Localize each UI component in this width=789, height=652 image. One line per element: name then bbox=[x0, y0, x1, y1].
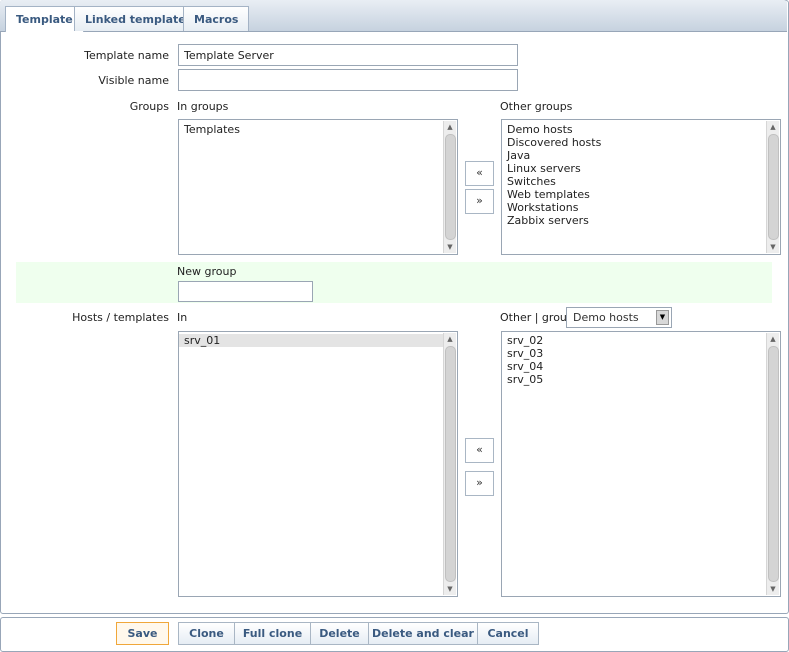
in-hosts-scrollbar[interactable]: ▲ ▼ bbox=[443, 333, 456, 595]
scroll-thumb[interactable] bbox=[445, 134, 456, 240]
scroll-up-icon[interactable]: ▲ bbox=[444, 333, 456, 345]
in-groups-listbox[interactable]: Templates ▲ ▼ bbox=[178, 119, 458, 255]
list-item[interactable]: Discovered hosts bbox=[502, 136, 766, 149]
new-group-caption: New group bbox=[177, 265, 237, 278]
tab-bar: Template Linked templates Macros bbox=[0, 0, 787, 32]
full-clone-button[interactable]: Full clone bbox=[234, 622, 311, 645]
visible-name-input[interactable] bbox=[178, 69, 518, 91]
list-item[interactable]: Java bbox=[502, 149, 766, 162]
template-name-label: Template name bbox=[84, 49, 169, 62]
scroll-up-icon[interactable]: ▲ bbox=[444, 121, 456, 133]
scroll-down-icon[interactable]: ▼ bbox=[767, 241, 779, 253]
other-hosts-listbox[interactable]: srv_02 srv_03 srv_04 srv_05 ▲ ▼ bbox=[501, 331, 781, 597]
scroll-up-icon[interactable]: ▲ bbox=[767, 333, 779, 345]
tab-template[interactable]: Template bbox=[5, 6, 84, 32]
template-name-input[interactable] bbox=[178, 44, 518, 66]
move-group-right-button[interactable]: » bbox=[465, 189, 494, 214]
list-item[interactable]: Demo hosts bbox=[502, 123, 766, 136]
other-group-select[interactable]: Demo hosts ▼ bbox=[566, 307, 672, 328]
scroll-up-icon[interactable]: ▲ bbox=[767, 121, 779, 133]
scroll-thumb[interactable] bbox=[445, 346, 456, 582]
list-item[interactable]: Web templates bbox=[502, 188, 766, 201]
hosts-templates-label: Hosts / templates bbox=[72, 311, 169, 324]
save-button[interactable]: Save bbox=[116, 622, 169, 645]
new-group-row bbox=[16, 262, 772, 303]
list-item[interactable]: Zabbix servers bbox=[502, 214, 766, 227]
scroll-down-icon[interactable]: ▼ bbox=[767, 583, 779, 595]
scroll-thumb[interactable] bbox=[768, 346, 779, 582]
move-host-left-button[interactable]: « bbox=[465, 438, 494, 463]
clone-button[interactable]: Clone bbox=[178, 622, 235, 645]
list-item[interactable]: srv_04 bbox=[502, 360, 766, 373]
list-item[interactable]: Workstations bbox=[502, 201, 766, 214]
in-hosts-caption: In bbox=[177, 311, 188, 324]
other-group-select-value: Demo hosts bbox=[573, 311, 639, 324]
new-group-input[interactable] bbox=[178, 281, 313, 302]
delete-and-clear-button[interactable]: Delete and clear bbox=[368, 622, 478, 645]
list-item[interactable]: Switches bbox=[502, 175, 766, 188]
in-groups-caption: In groups bbox=[177, 100, 229, 113]
scroll-down-icon[interactable]: ▼ bbox=[444, 583, 456, 595]
tab-macros[interactable]: Macros bbox=[183, 6, 250, 31]
move-host-right-button[interactable]: » bbox=[465, 471, 494, 496]
other-groups-listbox[interactable]: Demo hosts Discovered hosts Java Linux serv… bbox=[501, 119, 781, 255]
scroll-thumb[interactable] bbox=[768, 134, 779, 240]
cancel-button[interactable]: Cancel bbox=[477, 622, 539, 645]
list-item[interactable]: Linux servers bbox=[502, 162, 766, 175]
list-item[interactable]: srv_01 bbox=[179, 334, 443, 347]
other-groups-caption: Other groups bbox=[500, 100, 573, 113]
list-item[interactable]: srv_05 bbox=[502, 373, 766, 386]
other-groups-scrollbar[interactable]: ▲ ▼ bbox=[766, 121, 779, 253]
other-group-caption: Other | group bbox=[500, 311, 574, 324]
visible-name-label: Visible name bbox=[98, 74, 169, 87]
in-hosts-listbox[interactable]: srv_01 ▲ ▼ bbox=[178, 331, 458, 597]
delete-button[interactable]: Delete bbox=[310, 622, 369, 645]
in-groups-scrollbar[interactable]: ▲ ▼ bbox=[443, 121, 456, 253]
move-group-left-button[interactable]: « bbox=[465, 161, 494, 186]
list-item[interactable]: srv_03 bbox=[502, 347, 766, 360]
list-item[interactable]: Templates bbox=[179, 123, 443, 136]
other-hosts-scrollbar[interactable]: ▲ ▼ bbox=[766, 333, 779, 595]
list-item[interactable]: srv_02 bbox=[502, 334, 766, 347]
chevron-down-icon[interactable]: ▼ bbox=[656, 310, 669, 325]
groups-label: Groups bbox=[129, 100, 169, 113]
scroll-down-icon[interactable]: ▼ bbox=[444, 241, 456, 253]
